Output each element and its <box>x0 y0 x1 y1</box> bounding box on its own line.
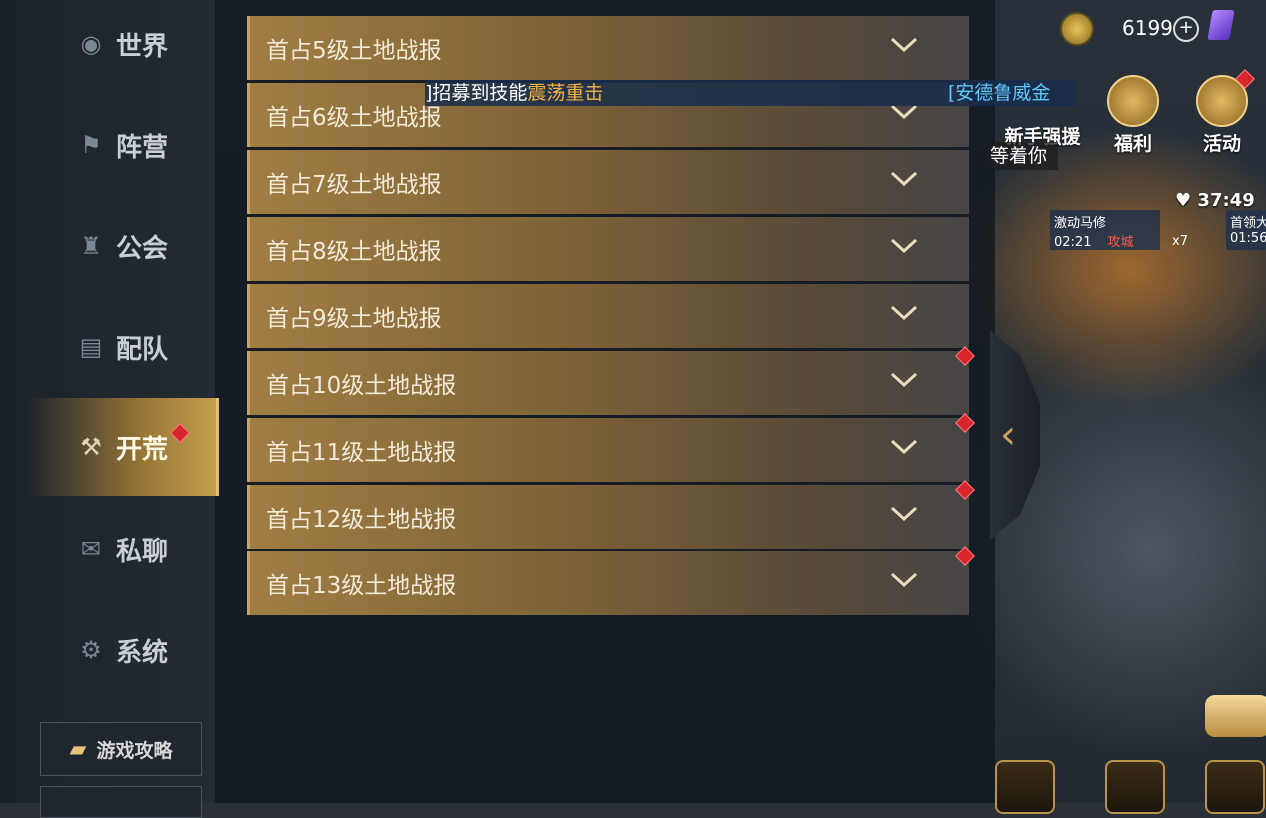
army-marker[interactable]: 激动马修 02:21 攻城 <box>1050 210 1160 250</box>
army-time: 02:21 <box>1054 235 1092 250</box>
report-title: 首占6级土地战报 <box>266 105 442 131</box>
report-row-level10[interactable]: 首占10级土地战报 <box>247 351 969 415</box>
sidebar-item-system[interactable]: ⚙ 系统 <box>28 601 216 699</box>
gift-icon <box>1107 75 1159 127</box>
army-time: 01:56 <box>1230 231 1266 246</box>
sidebar-item-team[interactable]: ▤ 配队 <box>28 298 216 396</box>
plow-icon: ⚒ <box>80 433 102 461</box>
resource-bar: 6199 + <box>1060 8 1260 46</box>
army-marker[interactable]: 首领大 01:56 <box>1226 210 1266 250</box>
report-row-level12[interactable]: 首占12级土地战报 <box>247 485 969 549</box>
game-guide-button[interactable]: ▰ 游戏攻略 <box>40 722 202 776</box>
welfare-button[interactable]: 福利 <box>1098 75 1168 156</box>
report-row-level9[interactable]: 首占9级土地战报 <box>247 284 969 348</box>
newbie-tip-bubble: 等着你 <box>990 142 1058 170</box>
chat-sidebar: ◉ 世界 ⚑ 阵营 ♜ 公会 ▤ 配队 ⚒ 开荒 ✉ 私聊 ⚙ 系统 ▰ 游戏攻… <box>0 0 219 818</box>
chevron-down-icon[interactable] <box>891 38 917 52</box>
report-title: 首占8级土地战报 <box>266 239 442 265</box>
banner-icon: ⚑ <box>80 131 102 159</box>
sidebar-item-private-chat[interactable]: ✉ 私聊 <box>28 500 216 598</box>
guild-crest-icon: ♜ <box>80 232 102 260</box>
sidebar-item-label: 世界 <box>115 31 168 62</box>
report-row-level13[interactable]: 首占13级土地战报 <box>247 551 969 615</box>
gear-icon: ⚙ <box>80 636 102 664</box>
chevron-down-icon[interactable] <box>891 306 917 320</box>
chevron-left-icon: ‹ <box>1000 412 1016 458</box>
report-title: 首占13级土地战报 <box>266 573 457 599</box>
chevron-down-icon[interactable] <box>891 507 917 521</box>
report-title: 首占5级土地战报 <box>266 38 442 64</box>
broadcast-player-name: [安德鲁威金 <box>948 82 1051 104</box>
broadcast-skill-name: 震荡重击 <box>527 82 604 104</box>
chevron-down-icon[interactable] <box>891 373 917 387</box>
chevron-down-icon[interactable] <box>891 239 917 253</box>
report-title: 首占11级土地战报 <box>266 440 457 466</box>
scroll-icon[interactable] <box>1205 695 1266 737</box>
timer-value: 37:49 <box>1197 190 1255 211</box>
sidebar-item-world[interactable]: ◉ 世界 <box>28 0 216 93</box>
report-title: 首占7级土地战报 <box>266 172 442 198</box>
army-action: 攻城 <box>1107 235 1134 250</box>
report-title: 首占10级土地战报 <box>266 373 457 399</box>
chevron-down-icon[interactable] <box>891 440 917 454</box>
sidebar-item-label: 阵营 <box>115 132 168 163</box>
shield-button[interactable] <box>1105 760 1165 814</box>
star-banner-button[interactable] <box>1205 760 1265 814</box>
heart-icon: ♥ <box>1175 190 1192 211</box>
broadcast-ticker: ]招募到技能震荡重击 [安德鲁威金 <box>425 80 1075 106</box>
chevron-down-icon[interactable] <box>891 172 917 186</box>
cards-icon: ▤ <box>79 333 103 361</box>
report-row-level7[interactable]: 首占7级土地战报 <box>247 150 969 214</box>
sidebar-item-guild[interactable]: ♜ 公会 <box>28 197 216 295</box>
sidebar-item-label: 私聊 <box>115 536 168 567</box>
troop-count: x7 <box>1172 234 1188 249</box>
report-row-level11[interactable]: 首占11级土地战报 <box>247 418 969 482</box>
sidebar-item-label: 公会 <box>115 233 168 264</box>
sidebar-item-label: 配队 <box>115 334 168 365</box>
add-currency-button[interactable]: + <box>1173 16 1199 42</box>
chevron-down-icon[interactable] <box>891 105 917 119</box>
chevron-down-icon[interactable] <box>891 573 917 587</box>
report-title: 首占9级土地战报 <box>266 306 442 332</box>
gem-icon <box>1207 10 1235 40</box>
broadcast-prefix: ]招募到技能 <box>425 82 528 104</box>
report-row-level8[interactable]: 首占8级土地战报 <box>247 217 969 281</box>
map-timer: ♥ 37:49 <box>1175 190 1255 211</box>
sidebar-item-pioneer[interactable]: ⚒ 开荒 <box>28 398 219 496</box>
welfare-label: 福利 <box>1113 133 1152 155</box>
sidebar-item-label: 开荒 <box>115 434 168 465</box>
sidebar-item-label: 系统 <box>115 637 168 668</box>
book-icon: ▰ <box>69 736 87 762</box>
sidebar-item-camp[interactable]: ⚑ 阵营 <box>28 96 216 194</box>
flag-button[interactable] <box>995 760 1055 814</box>
activity-label: 活动 <box>1202 133 1241 155</box>
globe-icon: ◉ <box>80 30 102 58</box>
report-row-level5[interactable]: 首占5级土地战报 <box>247 16 969 80</box>
secondary-guide-button[interactable] <box>40 786 202 818</box>
currency-count: 6199 <box>1122 16 1173 40</box>
army-name: 激动马修 <box>1054 216 1107 231</box>
chat-bubble-icon: ✉ <box>80 535 102 563</box>
army-name: 首领大 <box>1230 216 1266 231</box>
coin-icon <box>1060 12 1094 46</box>
report-title: 首占12级土地战报 <box>266 507 457 533</box>
game-guide-label: 游戏攻略 <box>96 739 173 762</box>
